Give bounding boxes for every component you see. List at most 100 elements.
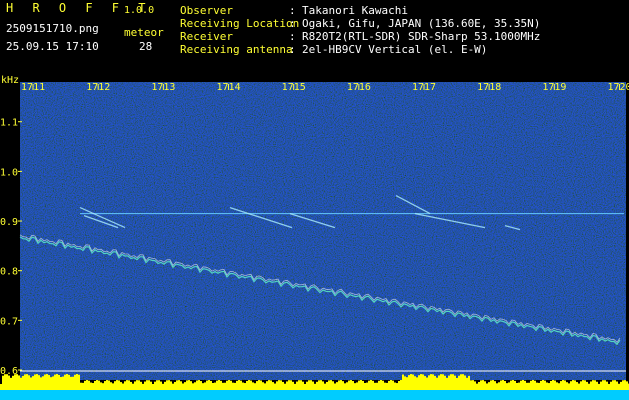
level-bar (182, 383, 184, 390)
level-bar (530, 380, 532, 390)
level-bar (126, 380, 128, 390)
level-bar (298, 380, 300, 390)
level-bar (50, 377, 52, 390)
level-bar (416, 377, 418, 390)
level-bar (66, 374, 68, 390)
level-bar (542, 380, 544, 390)
level-bar (96, 380, 98, 390)
level-bar (42, 376, 44, 390)
level-bar (524, 380, 526, 390)
level-bar (564, 380, 566, 390)
spectrogram-plot: kHz 1.11.00.90.80.70.6 1711 1712 1713 1714 1… (0, 75, 629, 400)
level-bar (280, 380, 282, 390)
level-bar (540, 380, 542, 390)
level-bar (98, 380, 100, 390)
level-bar (118, 380, 120, 390)
level-bar (146, 380, 148, 390)
level-bar (486, 383, 488, 390)
level-bar (162, 383, 164, 390)
level-bar (476, 383, 478, 390)
level-bar (290, 380, 292, 390)
level-bar (450, 374, 452, 390)
level-bar (334, 383, 336, 390)
level-bar (346, 382, 348, 390)
level-bar (358, 380, 360, 390)
level-bar (168, 380, 170, 390)
level-bar (458, 375, 460, 390)
level-bar (426, 377, 428, 390)
level-bar (56, 374, 58, 390)
level-bar (260, 380, 262, 390)
level-bar (366, 382, 368, 390)
level-bar (508, 382, 510, 390)
level-bar (626, 381, 628, 390)
level-bar (250, 380, 252, 390)
level-bar (396, 383, 398, 390)
level-bar (32, 376, 34, 390)
level-bar (502, 380, 504, 390)
level-bar (64, 374, 66, 390)
level-bar (562, 380, 564, 390)
level-bar (404, 376, 406, 390)
level-bar (402, 374, 404, 390)
level-bar (188, 380, 190, 390)
x-tick-label: 1714 (217, 82, 241, 93)
level-bar (58, 374, 60, 390)
level-bar (12, 375, 14, 390)
level-bar (150, 381, 152, 390)
level-bar (372, 380, 374, 390)
level-bar (410, 374, 412, 390)
level-bar (158, 380, 160, 390)
y-tick-label: 0.7 (0, 316, 18, 327)
level-bar (114, 381, 116, 390)
level-bar (522, 380, 524, 390)
level-bar (154, 381, 156, 390)
level-bar (434, 375, 436, 390)
level-bar (128, 380, 130, 390)
level-bar (552, 380, 554, 390)
level-bar (60, 377, 62, 390)
level-bar (54, 374, 56, 390)
y-tick-label: 1.1 (0, 118, 18, 129)
level-bar (72, 376, 74, 390)
level-bar (560, 381, 562, 390)
level-bar (500, 380, 502, 390)
level-bar (174, 381, 176, 390)
level-bar (40, 377, 42, 390)
level-bar (136, 380, 138, 390)
level-bar (192, 383, 194, 390)
level-bar (268, 380, 270, 390)
level-bar (266, 381, 268, 390)
level-bar (354, 383, 356, 390)
level-bar (68, 374, 70, 390)
level-bar (436, 377, 438, 390)
level-bar (388, 380, 390, 390)
level-bar (534, 380, 536, 390)
level-bar (304, 383, 306, 390)
level-bar (422, 374, 424, 390)
level-bar (612, 380, 614, 390)
x-tick-label: 1717 (412, 82, 436, 93)
level-bar (322, 381, 324, 390)
y-axis-unit: kHz (1, 75, 19, 86)
level-bar (414, 376, 416, 390)
level-bar (100, 382, 102, 390)
level-bar (84, 380, 86, 390)
level-bar (196, 380, 198, 390)
level-bar (6, 374, 8, 390)
level-bar (254, 383, 256, 390)
level-bar (362, 380, 364, 390)
level-bar (494, 381, 496, 390)
level-bar (482, 380, 484, 390)
info-separator: : (289, 4, 296, 17)
level-bar (232, 382, 234, 390)
level-bar (244, 383, 246, 390)
level-bar (356, 382, 358, 390)
level-bar (338, 380, 340, 390)
level-bar (550, 380, 552, 390)
level-bar (132, 383, 134, 390)
spectrogram-noise (20, 82, 626, 380)
y-axis: 1.11.00.90.80.70.6 (0, 118, 22, 377)
level-bar (438, 375, 440, 390)
level-bar (602, 380, 604, 390)
